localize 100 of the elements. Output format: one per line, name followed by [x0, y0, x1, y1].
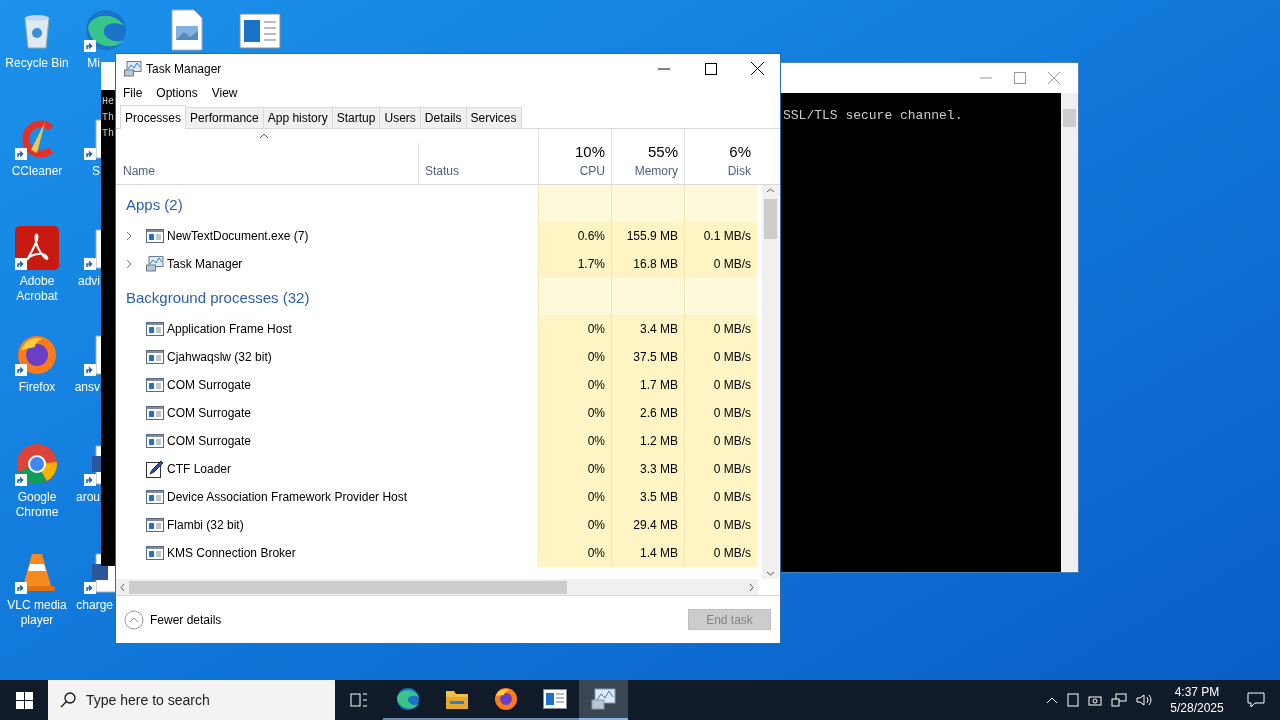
disk-value: 0 MB/s	[713, 517, 751, 534]
column-percent: 55%	[647, 142, 678, 162]
taskbar-app[interactable]	[579, 680, 628, 720]
menu-item[interactable]: File	[123, 84, 143, 102]
process-name: CTF Loader	[167, 461, 232, 478]
cpu-value: 0%	[587, 349, 605, 366]
console-text: Th	[102, 111, 114, 125]
process-row[interactable]: NewTextDocument.exe (7) 0.6% 155.9 MB 0.1 MB/s	[116, 222, 758, 250]
tab[interactable]: Startup	[332, 107, 381, 128]
window-icon	[145, 350, 164, 364]
cpu-value: 1.7%	[577, 256, 605, 273]
process-row[interactable]: KMS Connection Broker 0% 1.4 MB 0 MB/s	[116, 539, 758, 567]
desktop-icon-label: charge	[76, 598, 113, 613]
column-header[interactable]: CPU	[579, 162, 605, 180]
expand-chevron-icon[interactable]	[126, 259, 132, 269]
process-row[interactable]: Flambi (32 bit) 0% 29.4 MB 0 MB/s	[116, 511, 758, 539]
window-icon	[145, 546, 164, 560]
menu-item[interactable]: View	[211, 84, 238, 102]
disk-value: 0 MB/s	[713, 256, 751, 273]
process-row[interactable]: CTF Loader 0% 3.3 MB 0 MB/s	[116, 455, 758, 483]
window-icon	[145, 322, 164, 336]
folder-icon	[444, 688, 469, 710]
process-name: COM Surrogate	[167, 377, 252, 394]
scroll-down-icon[interactable]	[766, 571, 775, 576]
shortcut-arrow-icon	[15, 364, 27, 376]
monitor-chart-icon	[124, 60, 142, 77]
scroll-up-icon[interactable]	[766, 188, 775, 193]
process-name: COM Surrogate	[167, 405, 252, 422]
collapse-chevron-icon[interactable]	[124, 609, 144, 630]
firefox-icon	[493, 687, 518, 711]
window-icon	[145, 518, 164, 532]
window-icon	[145, 229, 164, 243]
expand-chevron-icon[interactable]	[126, 231, 132, 241]
column-header[interactable]: Memory	[634, 162, 678, 180]
network-icon[interactable]	[1111, 693, 1127, 707]
cpu-value: 0%	[587, 377, 605, 394]
process-row[interactable]: COM Surrogate 0% 2.6 MB 0 MB/s	[116, 399, 758, 427]
tab[interactable]: Performance	[186, 107, 264, 128]
shortcut-arrow-icon	[84, 258, 96, 270]
shortcut-arrow-icon	[84, 474, 96, 486]
disk-value: 0 MB/s	[713, 377, 751, 394]
desktop-icon-label: Recycle Bin	[5, 56, 69, 71]
cpu-value: 0%	[587, 461, 605, 478]
cpu-value: 0%	[587, 433, 605, 450]
tablet-icon[interactable]	[1067, 693, 1079, 707]
tab[interactable]: Services	[466, 107, 522, 128]
scroll-right-icon[interactable]	[749, 582, 754, 592]
process-name: NewTextDocument.exe (7)	[167, 228, 309, 245]
tab[interactable]: App history	[263, 107, 333, 128]
process-row[interactable]: Application Frame Host 0% 3.4 MB 0 MB/s	[116, 315, 758, 343]
shortcut-arrow-icon	[84, 148, 96, 160]
disk-value: 0 MB/s	[713, 545, 751, 562]
cpu-value: 0%	[587, 545, 605, 562]
speaker-icon[interactable]	[1136, 693, 1152, 707]
memory-value: 2.6 MB	[640, 405, 678, 422]
clock[interactable]: 4:37 PM 5/28/2025	[1162, 684, 1232, 716]
disk-value: 0 MB/s	[713, 433, 751, 450]
maximize-icon[interactable]	[705, 62, 717, 75]
vertical-scrollbar[interactable]	[762, 185, 779, 579]
process-row[interactable]: COM Surrogate 0% 1.7 MB 0 MB/s	[116, 371, 758, 399]
notification-icon	[1247, 692, 1265, 708]
process-name: Device Association Framework Provider Host	[167, 489, 408, 506]
desktop-icon-label: S	[92, 164, 100, 179]
process-name: Flambi (32 bit)	[167, 517, 244, 534]
column-header[interactable]: Status	[425, 162, 538, 180]
edge-icon	[84, 8, 128, 52]
desktop-icon-label: Google Chrome	[14, 490, 60, 520]
shortcut-arrow-icon	[84, 40, 96, 52]
menu-item[interactable]: Options	[156, 84, 198, 102]
console-text: He	[102, 95, 114, 109]
column-header[interactable]: Name	[123, 162, 418, 180]
column-header[interactable]: Disk	[727, 162, 751, 180]
scroll-left-icon[interactable]	[120, 582, 125, 592]
memory-value: 1.7 MB	[640, 377, 678, 394]
shortcut-arrow-icon	[15, 148, 27, 160]
window-icon	[542, 689, 567, 709]
vertical-scrollbar[interactable]	[1061, 93, 1078, 572]
tab[interactable]: Details	[420, 107, 467, 128]
camera-icon[interactable]	[1088, 693, 1102, 707]
search-field[interactable]: Type here to search	[48, 680, 335, 720]
fewer-details-link[interactable]: Fewer details	[150, 610, 222, 629]
horizontal-scrollbar[interactable]	[116, 579, 758, 595]
process-row[interactable]: Task Manager 1.7% 16.8 MB 0 MB/s	[116, 250, 758, 278]
scrollbar-thumb[interactable]	[129, 580, 567, 594]
scrollbar-thumb[interactable]	[764, 199, 777, 239]
disk-value: 0 MB/s	[713, 349, 751, 366]
close-icon[interactable]	[751, 62, 764, 75]
memory-value: 1.4 MB	[640, 545, 678, 562]
process-row[interactable]: COM Surrogate 0% 1.2 MB 0 MB/s	[116, 427, 758, 455]
console-text: Th	[102, 127, 114, 141]
chevron-up-icon[interactable]	[1046, 696, 1058, 704]
disk-value: 0.1 MB/s	[703, 228, 751, 245]
memory-value: 29.4 MB	[633, 517, 678, 534]
tab[interactable]: Processes	[120, 105, 187, 129]
process-row[interactable]: Cjahwaqslw (32 bit) 0% 37.5 MB 0 MB/s	[116, 343, 758, 371]
shortcut-arrow-icon	[84, 364, 96, 376]
edge-icon	[395, 687, 420, 711]
tab[interactable]: Users	[380, 107, 421, 128]
task-view-icon	[350, 692, 368, 708]
process-row[interactable]: Device Association Framework Provider Host 0% 3.5 MB 0 MB/s	[116, 483, 758, 511]
